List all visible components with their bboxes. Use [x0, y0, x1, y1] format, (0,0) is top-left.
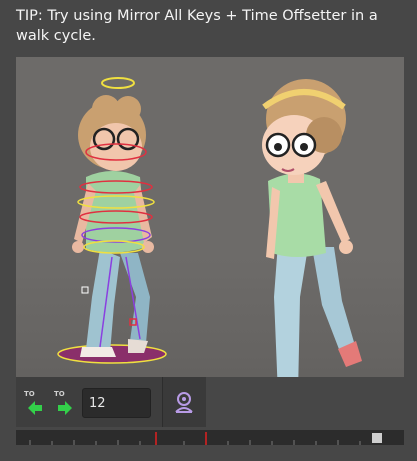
character-icon	[175, 392, 193, 413]
character-select-button[interactable]	[173, 390, 195, 418]
mirror-left-button[interactable]: TO	[24, 390, 46, 418]
rigged-character[interactable]	[57, 77, 167, 364]
tip-text: TIP: Try using Mirror All Keys + Time Of…	[16, 8, 378, 44]
frame-offset-input[interactable]	[82, 388, 151, 418]
viewport[interactable]	[16, 57, 404, 377]
timeline-ticks	[29, 432, 382, 445]
character-preview	[262, 79, 362, 377]
timeline-bar[interactable]	[16, 430, 404, 445]
mirror-right-button[interactable]: TO	[54, 390, 76, 418]
mirror-left-badge: TO	[24, 390, 35, 398]
mirror-right-badge: TO	[54, 390, 65, 398]
timeline-playhead	[372, 433, 382, 443]
viewport-scene	[57, 77, 362, 377]
